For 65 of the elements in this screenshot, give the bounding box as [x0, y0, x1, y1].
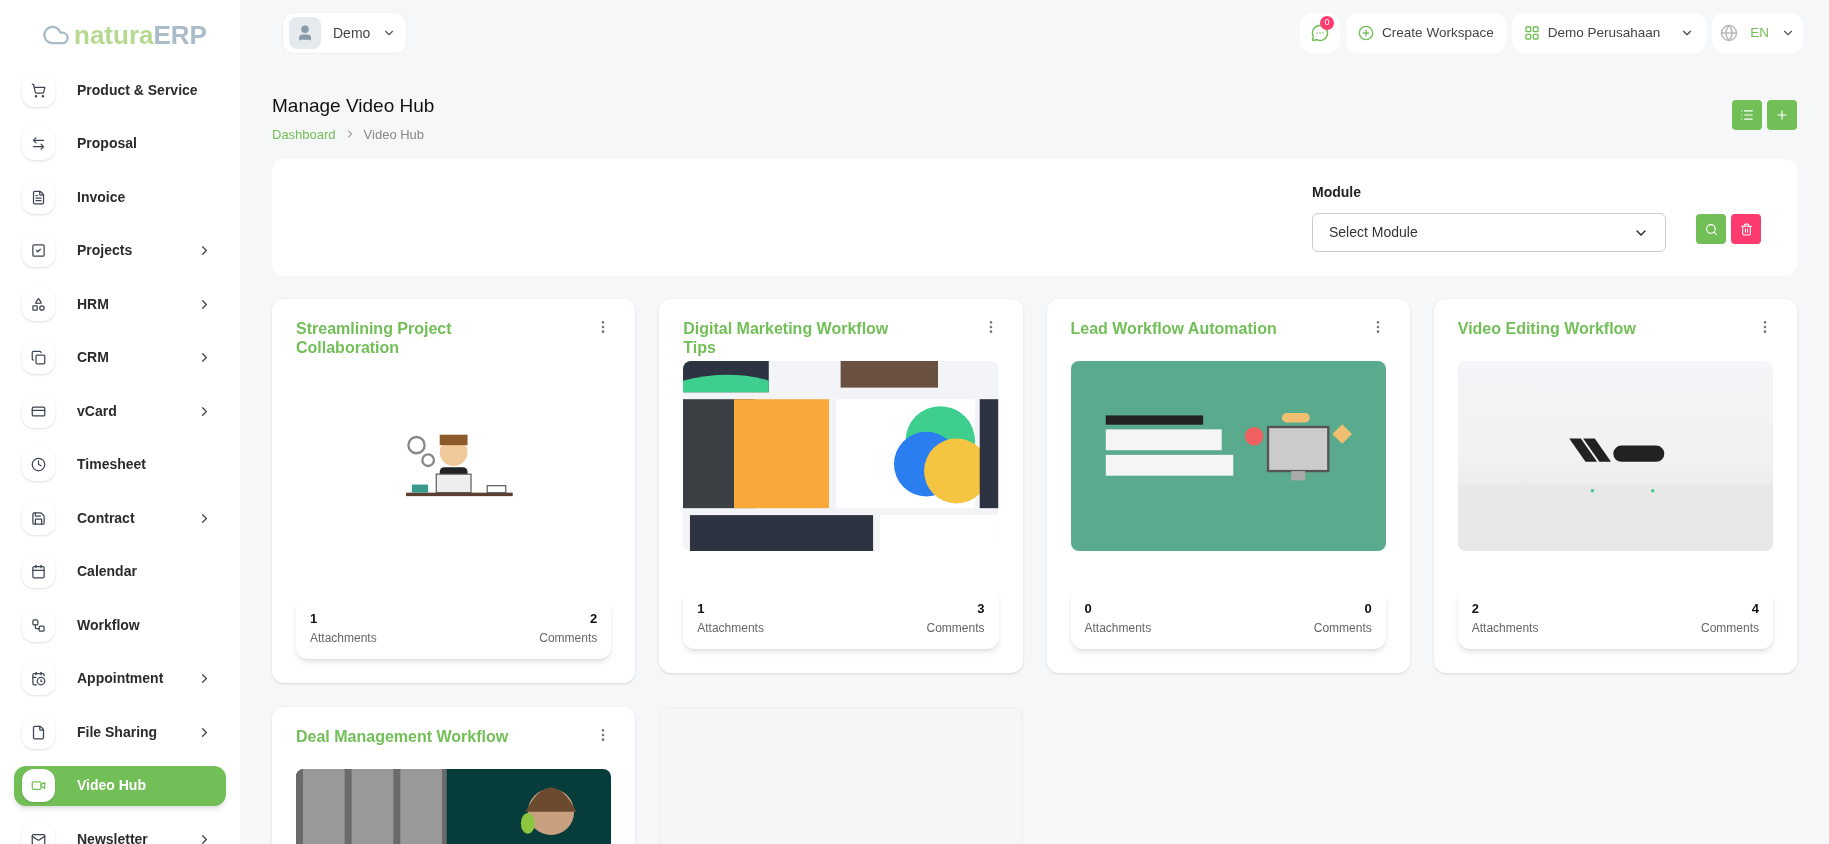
attachments-count: 2 — [1471, 600, 1480, 618]
globe-icon — [1720, 24, 1739, 42]
comments-label: Comments — [1701, 619, 1759, 637]
logo: naturaERP — [74, 22, 207, 48]
sidebar-item[interactable]: HRM — [14, 284, 226, 324]
sidebar-item[interactable]: Appointment — [14, 658, 226, 699]
calendar-icon — [31, 564, 46, 579]
notification-count: 0 — [1320, 16, 1335, 30]
sidebar-item[interactable]: Contract — [14, 498, 226, 538]
plus-icon — [1775, 108, 1789, 122]
create-workspace-button[interactable]: Create Workspace — [1346, 13, 1506, 53]
attachments-label: Attachments — [310, 629, 377, 647]
clear-filter-button[interactable] — [1731, 214, 1761, 244]
comments-label: Comments — [1313, 619, 1372, 637]
checkbox-icon — [31, 243, 46, 258]
user-name: Demo — [333, 23, 371, 43]
video-icon — [31, 778, 46, 793]
mail-icon — [31, 831, 46, 844]
file-icon — [31, 724, 46, 740]
module-select[interactable]: Select Module — [1312, 213, 1666, 252]
sidebar-item[interactable]: Proposal — [14, 123, 226, 164]
workflow-icon — [31, 617, 46, 633]
attachments-label: Attachments — [1471, 619, 1539, 637]
cart-icon — [31, 82, 46, 98]
document-icon — [31, 189, 46, 205]
trash-icon — [1739, 222, 1753, 236]
attachments-label: Attachments — [697, 619, 764, 637]
attachments-count: 0 — [1084, 600, 1093, 618]
user-icon — [296, 24, 314, 42]
list-icon — [1740, 108, 1754, 122]
sidebar-item[interactable]: Timesheet — [14, 444, 226, 485]
calendar-clock-icon — [31, 671, 46, 686]
comments-label: Comments — [926, 619, 985, 637]
comments-count: 2 — [590, 610, 598, 628]
save-icon — [31, 510, 46, 526]
sidebar-item[interactable]: CRM — [14, 337, 226, 378]
grid-icon — [1523, 25, 1540, 41]
attachments-label: Attachments — [1084, 619, 1152, 637]
comments-label: Comments — [539, 629, 598, 647]
sidebar-item[interactable]: Projects — [14, 230, 226, 271]
card-icon — [31, 403, 46, 419]
attachments-count: 1 — [310, 610, 319, 628]
comments-count: 0 — [1364, 600, 1372, 618]
sidebar-item[interactable]: Product & Service — [14, 70, 226, 110]
sidebar-item[interactable]: Newsletter — [14, 819, 226, 844]
comments-count: 3 — [977, 600, 985, 618]
sidebar-item[interactable]: File Sharing — [14, 712, 226, 752]
sidebar-item[interactable]: Invoice — [14, 177, 226, 217]
user-menu[interactable]: Demo — [282, 12, 408, 54]
breadcrumb-item: Video Hub — [363, 125, 425, 144]
copy-icon — [31, 350, 46, 365]
sidebar-item[interactable]: Workflow — [14, 605, 226, 645]
page-title: Manage Video Hub — [272, 94, 435, 118]
search-icon — [1704, 222, 1718, 236]
chat-icon — [1311, 24, 1330, 42]
clock-icon — [31, 457, 46, 472]
plus-circle-icon — [1358, 25, 1375, 41]
attachments-count: 1 — [697, 600, 706, 618]
comments-count: 4 — [1751, 600, 1759, 618]
workspace-selector[interactable]: Demo Perusahaan — [1511, 13, 1707, 53]
sidebar-item[interactable]: Calendar — [14, 551, 226, 592]
field-label: Module — [1312, 183, 1362, 202]
shapes-icon — [31, 296, 46, 312]
swap-icon — [31, 136, 46, 151]
sidebar-item[interactable]: vCard — [14, 391, 226, 431]
